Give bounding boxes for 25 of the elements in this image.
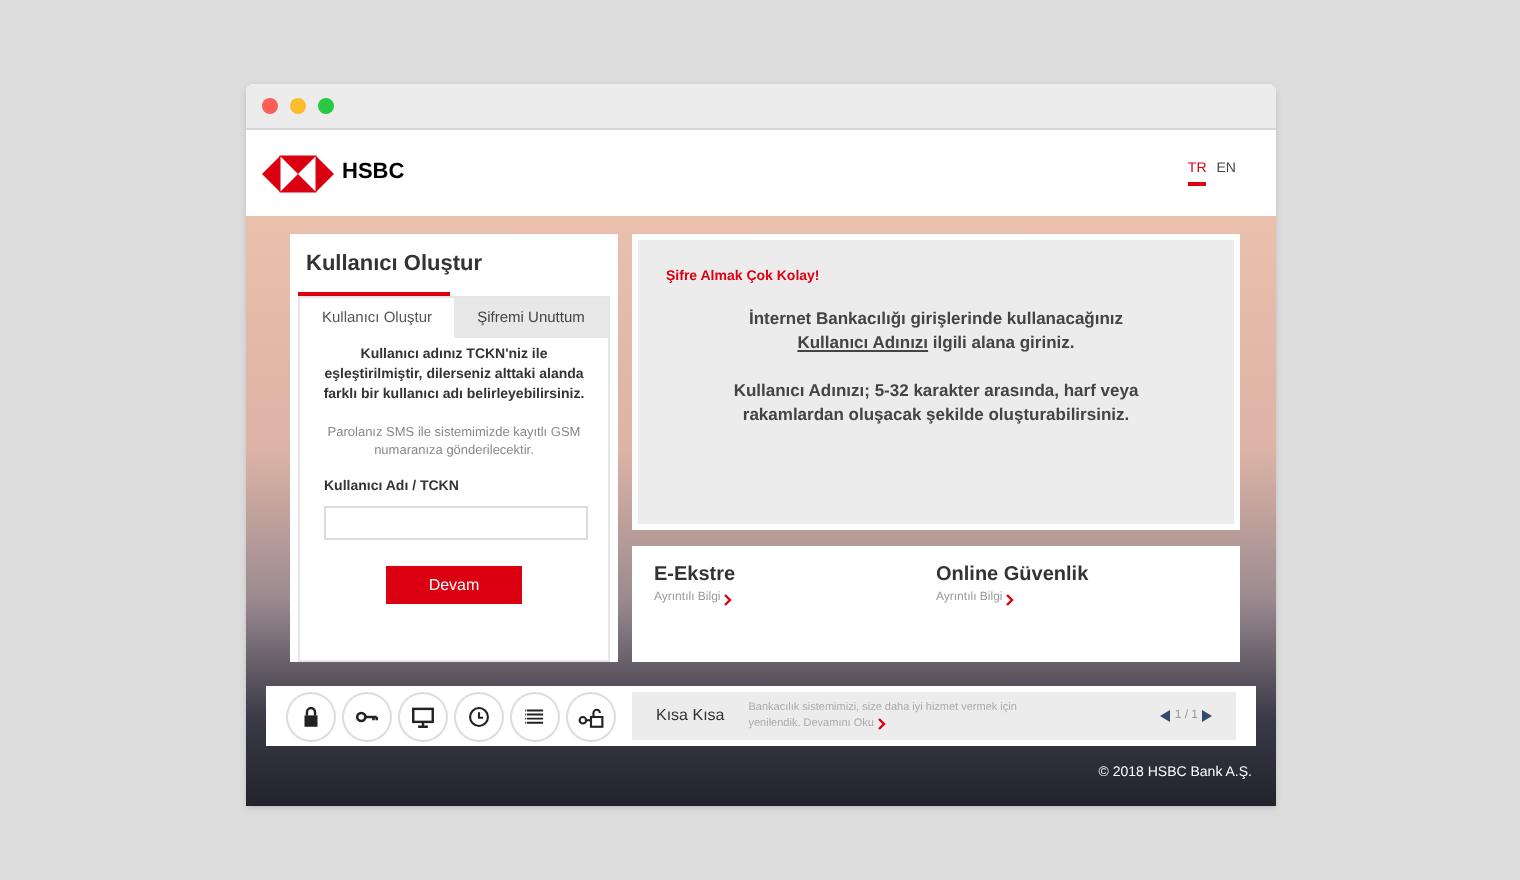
- monitor-button[interactable]: [398, 691, 448, 741]
- promo-title: E-Ekstre: [654, 562, 738, 590]
- key-lock-button[interactable]: [566, 691, 616, 741]
- info-paragraph: Kullanıcı Adınızı; 5-32 karakter arasında, harf veya rakamlardan oluşacak şekilde oluşturabilirsiniz.: [731, 377, 1141, 425]
- clock-icon: [466, 703, 492, 729]
- previous-arrow-icon[interactable]: [1160, 710, 1171, 722]
- logo-text: HSBC: [342, 158, 405, 189]
- username-link[interactable]: Kullanıcı Adınızı: [797, 331, 929, 351]
- next-arrow-icon[interactable]: [1202, 710, 1212, 722]
- key-lock-icon: [578, 703, 604, 729]
- info-paragraph: İnternet Bankacılığı girişlerinde kullanacağınız Kullanıcı Adınızı ilgili alana giriniz.: [746, 305, 1126, 353]
- monitor-icon: [410, 703, 436, 729]
- username-field[interactable]: [324, 506, 588, 540]
- hexagon-logo-icon: [262, 153, 334, 193]
- chevron-right-icon: [877, 717, 886, 730]
- list-button[interactable]: [510, 691, 560, 741]
- continue-button[interactable]: Devam: [386, 566, 522, 604]
- promo-title: Online Güvenlik: [936, 562, 1091, 590]
- chevron-right-icon: [1006, 593, 1015, 605]
- card-title: Kullanıcı Oluştur: [304, 250, 485, 280]
- chevron-right-icon: [724, 593, 733, 605]
- news-title: Kısa Kısa: [656, 704, 725, 728]
- key-button[interactable]: [342, 691, 392, 741]
- clock-button[interactable]: [454, 691, 504, 741]
- lock-button[interactable]: [286, 691, 336, 741]
